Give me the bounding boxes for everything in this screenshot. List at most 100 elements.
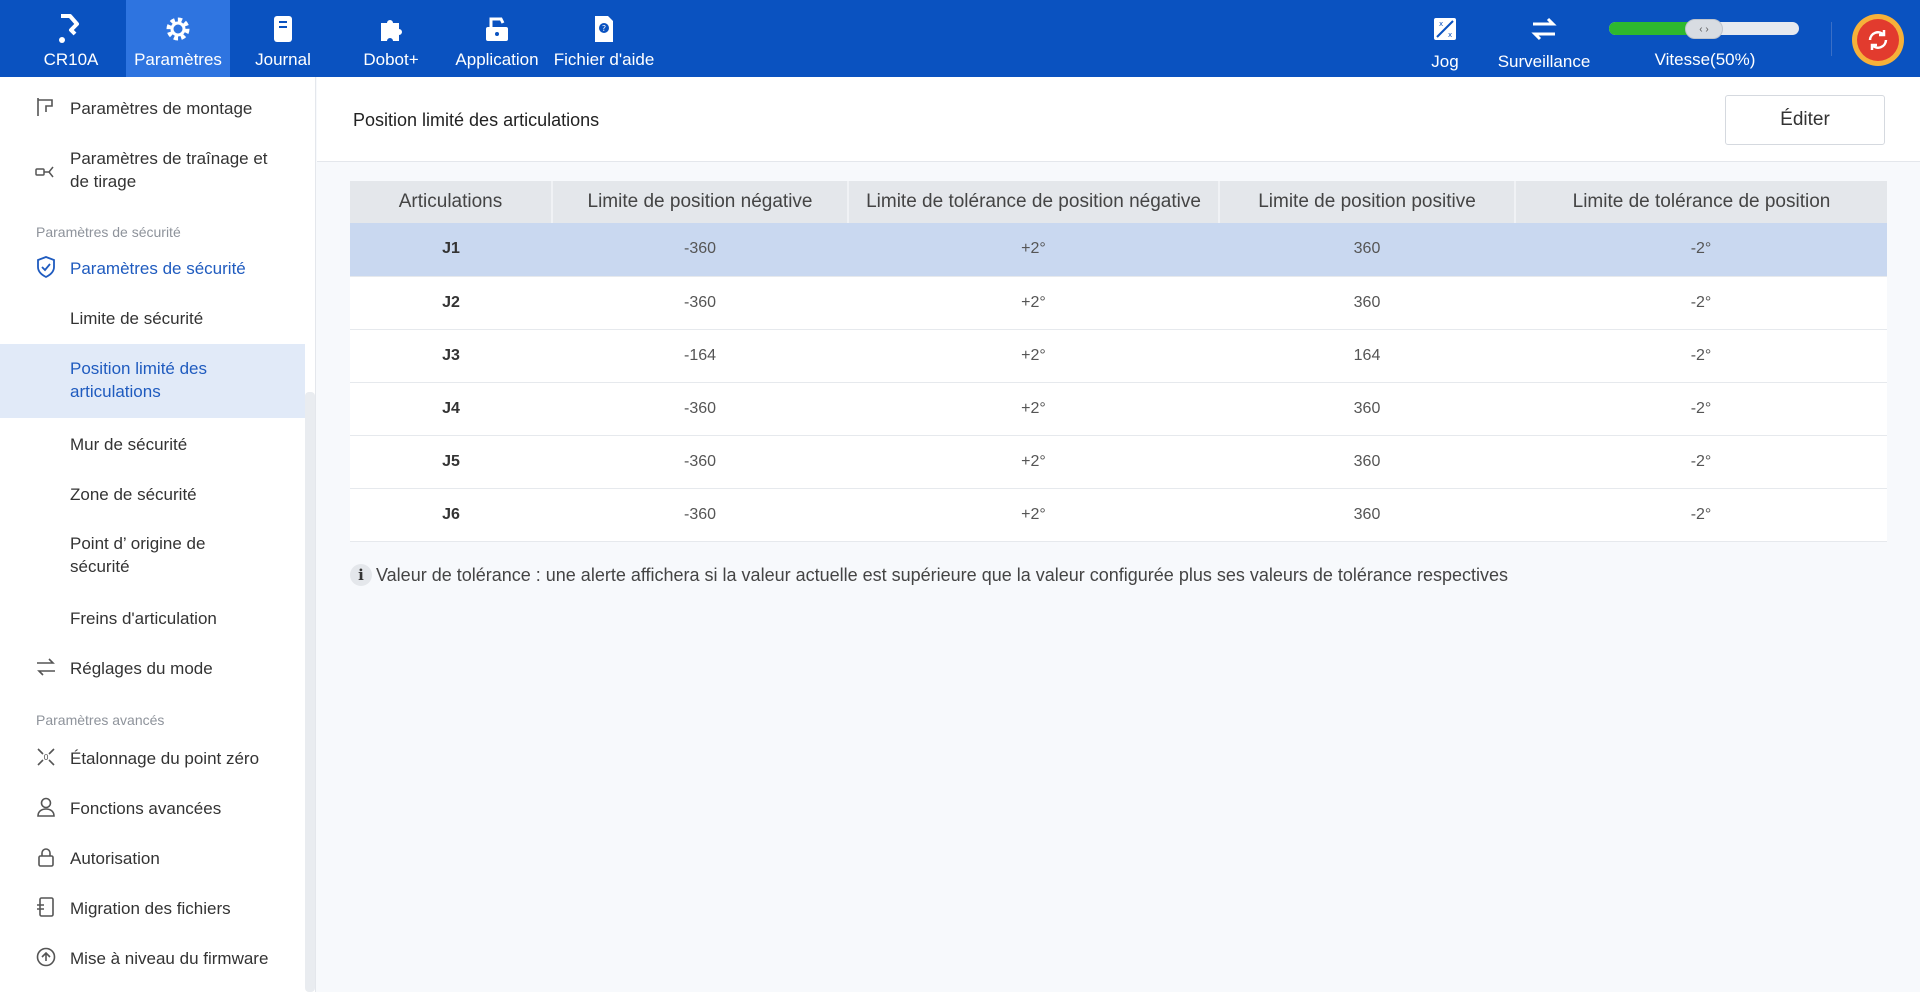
- sidebar-item-label: Autorisation: [70, 849, 160, 868]
- sidebar-item-mounting[interactable]: Paramètres de montage: [0, 95, 305, 125]
- speed-slider-handle[interactable]: ‹ ›: [1685, 19, 1723, 39]
- joint-name: J5: [350, 435, 552, 489]
- robot-arm-icon: [56, 14, 86, 44]
- positive-limit: 360: [1219, 382, 1515, 436]
- nav-dobot-plus[interactable]: Dobot+: [356, 0, 426, 77]
- sidebar-item-joint-brakes[interactable]: Freins d'articulation: [0, 604, 305, 634]
- table-row[interactable]: J3 -164 +2° 164 -2°: [350, 329, 1887, 383]
- joint-name: J3: [350, 329, 552, 383]
- negative-limit: -164: [552, 329, 848, 383]
- page-title: Position limité des articulations: [353, 110, 600, 130]
- content-header: Position limité des articulations Éditer: [317, 77, 1920, 162]
- sidebar-item-label: Zone de sécurité: [70, 485, 197, 504]
- sidebar-item-label: Mur de sécurité: [70, 435, 188, 454]
- swap-arrows-icon: [1529, 14, 1559, 44]
- column-header: Limite de tolérance de position négative: [847, 181, 1219, 223]
- sidebar-item-zero-calibration[interactable]: 0 Étalonnage du point zéro: [0, 744, 305, 774]
- sidebar-item-authorization[interactable]: Autorisation: [0, 844, 305, 874]
- speed-control: ‹ › Vitesse(50%): [1609, 0, 1801, 77]
- nav-robot[interactable]: CR10A: [36, 0, 106, 77]
- sidebar-item-label: Position limité des articulations: [70, 359, 208, 401]
- table-row[interactable]: J2 -360 +2° 360 -2°: [350, 276, 1887, 330]
- negative-limit: -360: [552, 435, 848, 489]
- sidebar-item-label: Paramètres de montage: [70, 99, 253, 118]
- svg-text:0: 0: [43, 753, 48, 762]
- sidebar-item-advanced-functions[interactable]: Fonctions avancées: [0, 794, 305, 824]
- sidebar-item-safety-zone[interactable]: Zone de sécurité: [0, 480, 305, 510]
- sidebar-item-label: Paramètres de sécurité: [70, 259, 246, 278]
- nav-params[interactable]: Paramètres: [126, 0, 230, 77]
- sidebar-item-label: Étalonnage du point zéro: [70, 749, 260, 768]
- table-header-row: Articulations Limite de position négativ…: [350, 181, 1887, 223]
- jog-icon: xx: [1430, 14, 1460, 44]
- sidebar-item-label: Fonctions avancées: [70, 799, 222, 818]
- svg-text:x: x: [1448, 31, 1452, 39]
- shield-icon: [34, 255, 58, 279]
- mounting-icon: [34, 95, 58, 119]
- negative-limit: -360: [552, 276, 848, 330]
- column-header: Limite de position positive: [1218, 181, 1515, 223]
- joint-name: J1: [350, 223, 552, 277]
- jog-label: Jog: [1431, 52, 1459, 71]
- application-icon: [482, 14, 512, 44]
- negative-tolerance: +2°: [848, 223, 1219, 277]
- joint-name: J6: [350, 488, 552, 542]
- lock-icon: [34, 845, 58, 869]
- nav-label: Application: [455, 50, 539, 69]
- sidebar-item-safety-origin[interactable]: Point d’ origine de sécurité: [0, 530, 305, 580]
- speed-label: Vitesse(50%): [1654, 50, 1756, 69]
- edit-button[interactable]: Éditer: [1725, 95, 1885, 145]
- surveillance-button[interactable]: Surveillance: [1494, 0, 1594, 77]
- positive-limit: 360: [1219, 223, 1515, 277]
- sidebar-item-joint-limit[interactable]: Position limité des articulations: [0, 344, 305, 418]
- svg-text:?: ?: [602, 24, 606, 33]
- sidebar-item-safety[interactable]: Paramètres de sécurité: [0, 254, 305, 284]
- sidebar-item-firmware-upgrade[interactable]: Mise à niveau du firmware: [0, 944, 305, 974]
- topbar-divider: [1831, 22, 1832, 56]
- jog-button[interactable]: xx Jog: [1422, 0, 1468, 77]
- svg-text:x: x: [1439, 20, 1443, 28]
- nav-help-file[interactable]: ? Fichier d'aide: [552, 0, 656, 77]
- positive-tolerance: -2°: [1515, 382, 1887, 436]
- sidebar: Paramètres de montage Paramètres de traî…: [0, 77, 316, 992]
- column-header: Articulations: [350, 181, 552, 223]
- positive-limit: 360: [1219, 435, 1515, 489]
- section-header-safety: Paramètres de sécurité: [36, 224, 181, 240]
- power-cycle-icon: [1857, 19, 1899, 61]
- sidebar-item-safety-limit[interactable]: Limite de sécurité: [0, 304, 305, 334]
- nav-label: CR10A: [43, 50, 99, 69]
- negative-limit: -360: [552, 382, 848, 436]
- column-header: Limite de tolérance de position: [1514, 181, 1887, 223]
- drag-icon: [34, 159, 58, 183]
- note-text: Valeur de tolérance : une alerte affiche…: [376, 564, 1508, 585]
- negative-tolerance: +2°: [848, 435, 1219, 489]
- nav-application[interactable]: Application: [452, 0, 542, 77]
- nav-label: Dobot+: [363, 50, 419, 69]
- positive-tolerance: -2°: [1515, 223, 1887, 277]
- sidebar-item-mode[interactable]: Réglages du mode: [0, 654, 305, 684]
- column-header: Limite de position négative: [551, 181, 848, 223]
- upgrade-icon: [34, 945, 58, 969]
- sidebar-item-file-migration[interactable]: Migration des fichiers: [0, 894, 305, 924]
- table-row[interactable]: J1 -360 +2° 360 -2°: [350, 223, 1887, 277]
- puzzle-icon: [376, 14, 406, 44]
- sidebar-item-drag[interactable]: Paramètres de traînage et de tirage: [0, 145, 305, 195]
- sidebar-item-label: Paramètres de traînage et de tirage: [70, 149, 268, 191]
- sidebar-item-safety-wall[interactable]: Mur de sécurité: [0, 430, 305, 460]
- table-row[interactable]: J4 -360 +2° 360 -2°: [350, 382, 1887, 436]
- surveillance-label: Surveillance: [1497, 52, 1591, 71]
- table-row[interactable]: J5 -360 +2° 360 -2°: [350, 435, 1887, 489]
- nav-journal[interactable]: Journal: [250, 0, 316, 77]
- sidebar-item-label: Limite de sécurité: [70, 309, 204, 328]
- main-content: Position limité des articulations Éditer…: [317, 77, 1920, 992]
- emergency-stop-button[interactable]: [1852, 14, 1904, 66]
- nav-label: Journal: [255, 50, 311, 69]
- user-icon: [34, 795, 58, 819]
- help-file-icon: ?: [589, 14, 619, 44]
- negative-tolerance: +2°: [848, 382, 1219, 436]
- sidebar-scrollbar[interactable]: [305, 392, 315, 992]
- table-row[interactable]: J6 -360 +2° 360 -2°: [350, 488, 1887, 542]
- gear-icon: [163, 14, 193, 44]
- negative-limit: -360: [552, 488, 848, 542]
- joint-name: J2: [350, 276, 552, 330]
